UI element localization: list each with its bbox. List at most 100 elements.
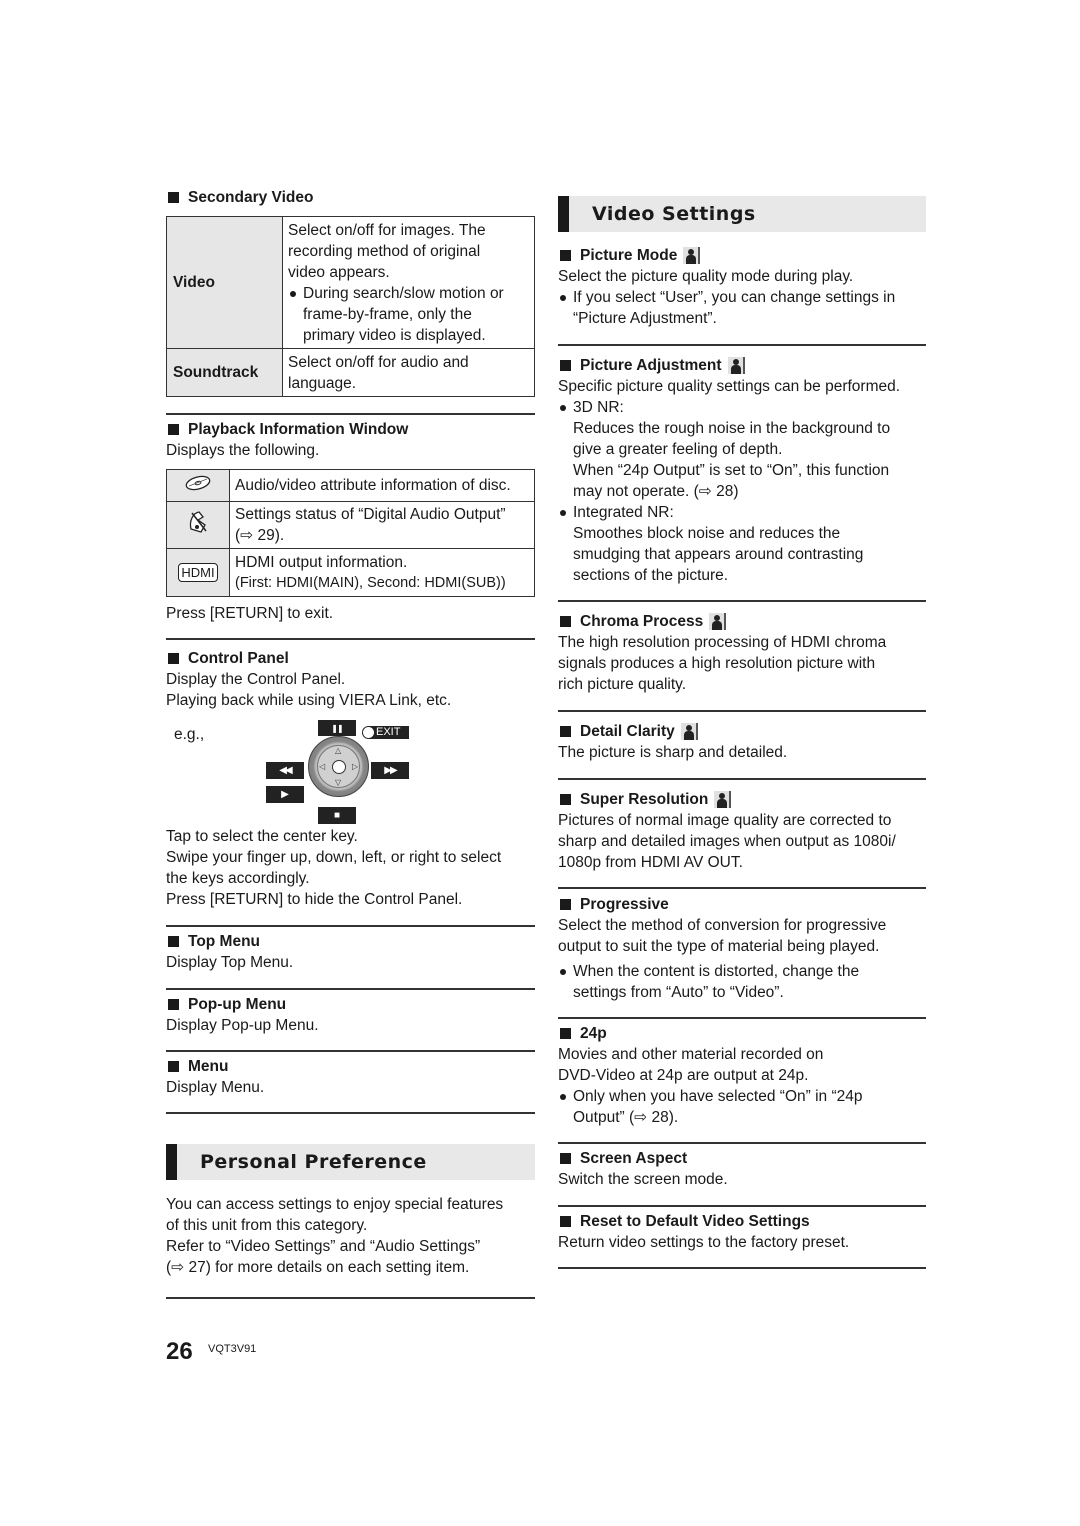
- stop-icon: ■: [333, 810, 341, 821]
- left-arrow-icon[interactable]: ◁: [319, 763, 325, 771]
- text-line: output to suit the type of material bein…: [558, 938, 880, 955]
- text-line: Tap to select the center key.: [166, 828, 358, 845]
- divider: [558, 344, 926, 346]
- text-line: rich picture quality.: [558, 676, 687, 693]
- header-title: Personal Preference: [200, 1151, 427, 1173]
- icon-cell: [166, 469, 230, 502]
- divider: [558, 1017, 926, 1019]
- divider: [166, 988, 535, 990]
- section-title: Picture Adjustment: [558, 355, 926, 376]
- section-title-text: Menu: [188, 1058, 229, 1075]
- text-line: Movies and other material recorded on: [558, 1046, 824, 1063]
- stop-key[interactable]: ■: [318, 807, 356, 824]
- text-line: language.: [288, 374, 357, 392]
- down-arrow-icon[interactable]: ▽: [335, 779, 341, 787]
- intro-text: Displays the following.: [166, 442, 320, 459]
- text-line: 1080p from HDMI AV OUT.: [558, 854, 743, 871]
- text-line: Refer to “Video Settings” and “Audio Set…: [166, 1238, 481, 1255]
- row-description: HDMI output information. (First: HDMI(MA…: [229, 548, 535, 597]
- divider: [558, 1142, 926, 1144]
- text-line: give a greater feeling of depth.: [573, 441, 783, 458]
- text-line: recording method of original: [288, 242, 481, 260]
- text-line: primary video is displayed.: [303, 326, 486, 344]
- fast-forward-key[interactable]: ▶▶: [371, 762, 409, 779]
- person-icon: [714, 791, 732, 808]
- fast-forward-icon: ▶▶: [384, 765, 397, 776]
- hdmi-icon: HDMI: [178, 563, 218, 582]
- center-key[interactable]: [332, 760, 346, 774]
- text-line: Playing back while using VIERA Link, etc…: [166, 692, 452, 709]
- section-title-text: Playback Information Window: [188, 421, 409, 438]
- text-line: Display Menu.: [166, 1079, 265, 1096]
- divider: [558, 778, 926, 780]
- section-secondary-video: Secondary Video Video Select on/off for …: [166, 187, 535, 397]
- text-line: The picture is sharp and detailed.: [558, 744, 788, 761]
- rewind-key[interactable]: ◀◀: [266, 762, 304, 779]
- text-line: sharp and detailed images when output as…: [558, 833, 896, 850]
- square-bullet-icon: [168, 1061, 179, 1072]
- section-title-text: Chroma Process: [580, 613, 704, 630]
- section-title-text: Control Panel: [188, 650, 289, 667]
- row-description: Audio/video attribute information of dis…: [229, 469, 535, 502]
- text-line: of this unit from this category.: [166, 1217, 368, 1234]
- section-title: Screen Aspect: [558, 1148, 926, 1169]
- icon-cell: HDMI: [166, 548, 230, 597]
- up-arrow-icon[interactable]: △: [335, 747, 341, 755]
- direction-dial[interactable]: △ ▽ ◁ ▷: [308, 736, 369, 797]
- row-description: Select on/off for images. The recording …: [282, 216, 535, 349]
- text-line: Select the picture quality mode during p…: [558, 268, 854, 285]
- text-line: (First: HDMI(MAIN), Second: HDMI(SUB)): [235, 574, 506, 591]
- text-line: video appears.: [288, 263, 390, 281]
- person-icon: [683, 247, 701, 264]
- text-line: settings from “Auto” to “Video”.: [573, 984, 784, 1001]
- text-line: Switch the screen mode.: [558, 1171, 728, 1188]
- bullet-item: Only when you have selected “On” in “24p: [558, 1086, 926, 1107]
- video-settings-header: Video Settings: [558, 196, 926, 232]
- divider: [166, 638, 535, 640]
- square-bullet-icon: [560, 1153, 571, 1164]
- section-screen-aspect: Screen Aspect Switch the screen mode.: [558, 1148, 926, 1190]
- square-bullet-icon: [560, 1028, 571, 1039]
- section-title-text: Detail Clarity: [580, 723, 675, 740]
- section-title: Control Panel: [166, 648, 535, 669]
- text-line: Specific picture quality settings can be…: [558, 378, 901, 395]
- header-bar: [558, 196, 569, 232]
- text-line: You can access settings to enjoy special…: [166, 1196, 504, 1213]
- section-menu: Menu Display Menu.: [166, 1056, 535, 1098]
- text-line: (⇨ 27) for more details on each setting …: [166, 1259, 470, 1276]
- square-bullet-icon: [168, 424, 179, 435]
- section-title: Pop-up Menu: [166, 994, 535, 1015]
- square-bullet-icon: [560, 794, 571, 805]
- section-24p: 24p Movies and other material recorded o…: [558, 1023, 926, 1128]
- right-arrow-icon[interactable]: ▷: [352, 763, 358, 771]
- section-title: Secondary Video: [166, 187, 535, 208]
- bullet-item: When the content is distorted, change th…: [558, 961, 926, 982]
- bullet-item: 3D NR:: [558, 397, 926, 418]
- section-chroma-process: Chroma Process The high resolution proce…: [558, 611, 926, 695]
- pause-key[interactable]: ❚❚: [318, 720, 356, 736]
- digital-audio-icon: [189, 511, 207, 533]
- section-title-text: Progressive: [580, 896, 669, 913]
- table-row: Audio/video attribute information of dis…: [166, 469, 535, 502]
- exit-key[interactable]: EXIT: [362, 726, 409, 739]
- exit-label: EXIT: [376, 726, 401, 738]
- document-code: VQT3V91: [208, 1343, 257, 1355]
- bullet-item: During search/slow motion or: [288, 283, 529, 304]
- text-line: Select on/off for audio and: [288, 353, 469, 371]
- row-description: Settings status of “Digital Audio Output…: [229, 501, 535, 549]
- section-title: Super Resolution: [558, 789, 926, 810]
- section-popup-menu: Pop-up Menu Display Pop-up Menu.: [166, 994, 535, 1036]
- section-title-text: Reset to Default Video Settings: [580, 1213, 810, 1230]
- bullet-item: Integrated NR:: [558, 502, 926, 523]
- section-title-text: 24p: [580, 1025, 607, 1042]
- square-bullet-icon: [560, 250, 571, 261]
- section-title-text: Picture Adjustment: [580, 357, 722, 374]
- text-line: Press [RETURN] to hide the Control Panel…: [166, 891, 463, 908]
- text-line: Display Pop-up Menu.: [166, 1017, 319, 1034]
- section-title: Menu: [166, 1056, 535, 1077]
- section-playback-info: Playback Information Window Displays the…: [166, 419, 535, 624]
- play-key[interactable]: ▶: [266, 786, 304, 803]
- text-line: (⇨ 29).: [235, 527, 285, 544]
- square-bullet-icon: [168, 936, 179, 947]
- outro-text: Press [RETURN] to exit.: [166, 605, 334, 622]
